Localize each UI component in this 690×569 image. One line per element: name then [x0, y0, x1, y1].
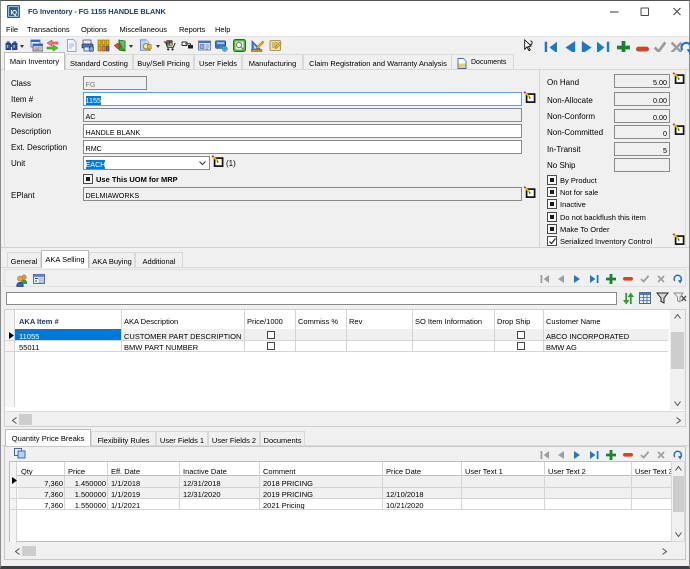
svg-text:IQ: IQ [10, 9, 17, 16]
